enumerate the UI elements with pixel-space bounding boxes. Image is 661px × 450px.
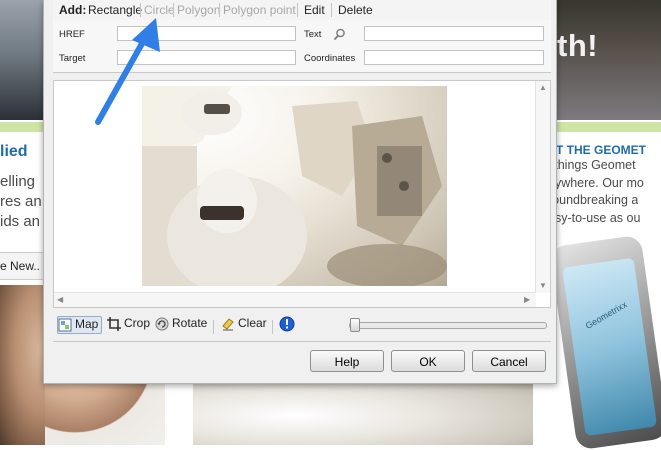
shape-toolbar: Add: Rectangle Circle Polygon Polygon po… [53, 0, 551, 21]
background-heading-right: ET THE GEOMET [548, 143, 647, 157]
target-label: Target [59, 53, 86, 64]
target-field[interactable] [117, 50, 296, 65]
image-preview-pane[interactable]: ▲ ▼ ◀ ▶ [53, 80, 551, 308]
background-car-image [0, 0, 45, 120]
polygon-point-button[interactable]: Polygon point [223, 3, 296, 17]
footer-divider [53, 341, 551, 342]
horizontal-scrollbar[interactable]: ◀ ▶ [54, 292, 536, 307]
toolbar-separator [140, 3, 141, 17]
background-title: th! [557, 28, 599, 63]
href-label: HREF [59, 29, 85, 40]
image-tools-bar: Map Crop Rotate Clear [53, 313, 551, 337]
scroll-up-icon[interactable]: ▲ [539, 83, 547, 92]
crop-tool-label: Crop [124, 316, 151, 330]
background-phone-image: Geometrixx [549, 234, 661, 450]
toolbar-separator [297, 3, 298, 17]
map-tool-button[interactable]: Map [57, 316, 102, 334]
delete-button[interactable]: Delete [338, 3, 373, 17]
zoom-slider-track[interactable] [349, 322, 547, 329]
background-nav: e New.. [0, 252, 48, 280]
clear-tool-label: Clear [238, 316, 267, 330]
rotate-tool-button[interactable]: Rotate [155, 316, 207, 334]
circle-button[interactable]: Circle [144, 3, 175, 17]
cancel-button[interactable]: Cancel [472, 350, 546, 372]
scroll-down-icon[interactable]: ▼ [539, 281, 547, 290]
toolbar-separator [331, 3, 332, 17]
browse-search-icon[interactable] [332, 27, 347, 42]
zoom-slider-thumb[interactable] [350, 318, 360, 332]
area-properties-form: HREF Text Target Coordinates [53, 20, 551, 73]
crop-icon [107, 316, 121, 331]
image-map-dialog: Add: Rectangle Circle Polygon Polygon po… [43, 0, 557, 384]
background-nav-label: e New.. [0, 259, 41, 273]
vertical-scrollbar[interactable]: ▲ ▼ [535, 81, 550, 293]
crop-tool-button[interactable]: Crop [107, 316, 150, 334]
coordinates-field[interactable] [364, 50, 544, 65]
map-icon [58, 318, 72, 332]
eraser-icon [222, 318, 234, 331]
toolbar-separator [219, 3, 220, 17]
rotate-icon [155, 317, 169, 331]
info-button[interactable] [279, 316, 295, 334]
scroll-right-icon[interactable]: ▶ [524, 295, 530, 304]
tools-separator [213, 320, 214, 334]
scroll-left-icon[interactable]: ◀ [57, 295, 63, 304]
rectangle-button[interactable]: Rectangle [88, 3, 142, 17]
text-label: Text [304, 29, 322, 40]
ok-button[interactable]: OK [391, 350, 465, 372]
rotate-tool-label: Rotate [172, 316, 208, 330]
href-field[interactable] [117, 26, 296, 41]
info-icon [279, 316, 295, 332]
tools-separator [272, 320, 273, 334]
toolbar-separator [173, 3, 174, 17]
polygon-button[interactable]: Polygon [177, 3, 220, 17]
background-text-right: l things Geomet nywhere. Our mo roundbre… [548, 158, 644, 225]
phone-brand-text: Geometrixx [583, 299, 629, 331]
phone-screen: Geometrixx [562, 257, 658, 437]
coordinates-label: Coordinates [304, 53, 356, 64]
clear-tool-button[interactable]: Clear [221, 316, 267, 334]
edit-button[interactable]: Edit [304, 3, 325, 17]
help-button[interactable]: Help [310, 350, 384, 372]
background-heading-left: lied [0, 143, 28, 160]
add-label: Add: [59, 3, 87, 17]
map-tool-label: Map [75, 317, 99, 331]
background-text-left: elling res an ids an [0, 173, 42, 230]
cleanroom-photo[interactable] [142, 86, 447, 286]
background-woman-photo [0, 285, 45, 445]
text-field[interactable] [364, 26, 544, 41]
